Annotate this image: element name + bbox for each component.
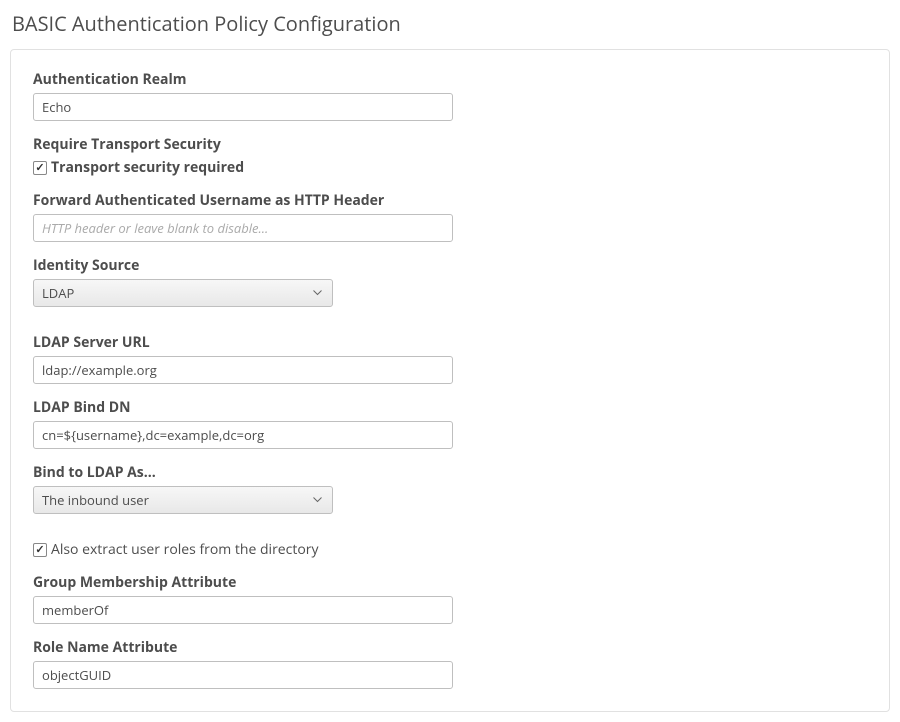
field-require-transport: Require Transport Security Transport sec… bbox=[33, 135, 867, 177]
transport-security-checkbox[interactable] bbox=[33, 161, 47, 175]
field-group-attr: Group Membership Attribute bbox=[33, 573, 867, 624]
bind-as-value: The inbound user bbox=[42, 491, 149, 509]
require-transport-label: Require Transport Security bbox=[33, 135, 867, 154]
group-attr-label: Group Membership Attribute bbox=[33, 573, 867, 592]
forward-header-label: Forward Authenticated Username as HTTP H… bbox=[33, 191, 867, 210]
bind-as-select[interactable]: The inbound user bbox=[33, 486, 333, 514]
extract-roles-checkbox[interactable] bbox=[33, 543, 47, 557]
ldap-bind-dn-label: LDAP Bind DN bbox=[33, 398, 867, 417]
group-attr-input[interactable] bbox=[33, 596, 453, 624]
page-title: BASIC Authentication Policy Configuratio… bbox=[10, 10, 890, 37]
ldap-url-label: LDAP Server URL bbox=[33, 333, 867, 352]
ldap-bind-dn-input[interactable] bbox=[33, 421, 453, 449]
field-ldap-url: LDAP Server URL bbox=[33, 333, 867, 384]
transport-security-checkbox-label[interactable]: Transport security required bbox=[51, 158, 244, 177]
role-attr-input[interactable] bbox=[33, 661, 453, 689]
chevron-down-icon bbox=[313, 290, 322, 296]
field-forward-header: Forward Authenticated Username as HTTP H… bbox=[33, 191, 867, 242]
identity-source-value: LDAP bbox=[42, 284, 74, 302]
auth-realm-label: Authentication Realm bbox=[33, 70, 867, 89]
field-auth-realm: Authentication Realm bbox=[33, 70, 867, 121]
bind-as-label: Bind to LDAP As... bbox=[33, 463, 867, 482]
chevron-down-icon bbox=[313, 497, 322, 503]
extract-roles-checkbox-label[interactable]: Also extract user roles from the directo… bbox=[51, 540, 319, 559]
forward-header-input[interactable] bbox=[33, 214, 453, 242]
field-bind-as: Bind to LDAP As... The inbound user bbox=[33, 463, 867, 514]
identity-source-select[interactable]: LDAP bbox=[33, 279, 333, 307]
role-attr-label: Role Name Attribute bbox=[33, 638, 867, 657]
config-panel: Authentication Realm Require Transport S… bbox=[10, 49, 890, 712]
field-role-attr: Role Name Attribute bbox=[33, 638, 867, 689]
identity-source-label: Identity Source bbox=[33, 256, 867, 275]
field-identity-source: Identity Source LDAP bbox=[33, 256, 867, 307]
field-ldap-bind-dn: LDAP Bind DN bbox=[33, 398, 867, 449]
auth-realm-input[interactable] bbox=[33, 93, 453, 121]
ldap-url-input[interactable] bbox=[33, 356, 453, 384]
field-extract-roles: Also extract user roles from the directo… bbox=[33, 540, 867, 559]
